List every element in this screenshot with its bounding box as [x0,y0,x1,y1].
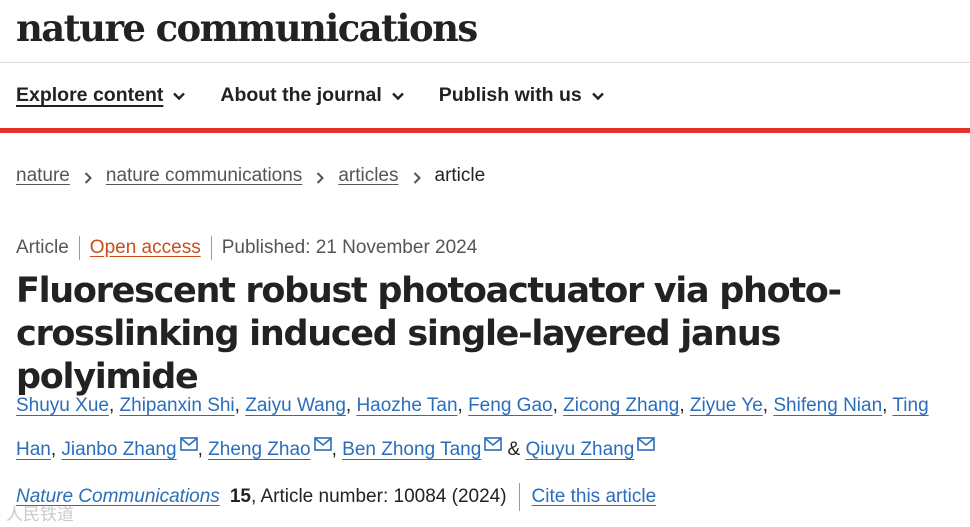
author-link[interactable]: Haozhe Tan [356,395,457,416]
author-link[interactable]: Ben Zhong Tang [342,439,481,460]
author-separator: , [197,439,209,460]
meta-divider [78,236,80,260]
chevron-down-icon [591,89,605,103]
article-title: Fluorescent robust photoactuator via pho… [16,271,842,397]
citation-divider [518,483,520,511]
breadcrumb-link-nature[interactable]: nature [16,165,70,187]
logo-bar: nature communications [0,0,970,63]
author-separator: , [234,395,246,416]
author-separator: , [552,395,564,416]
nav-item-label: Explore content [16,84,164,106]
author-link[interactable]: Zaiyu Wang [245,395,346,416]
article-type: Article [16,237,69,258]
breadcrumb-link-articles[interactable]: articles [338,165,398,187]
article-meta: Article Open access Published: 21 Novemb… [16,236,477,260]
author-separator: , [108,395,120,416]
author-separator: , [345,395,357,416]
chevron-down-icon [172,89,186,103]
article-number: , Article number: 10084 (2024) [250,486,507,507]
nav-item-label: Publish with us [438,84,582,106]
author-list: Shuyu Xue, Zhipanxin Shi, Zaiyu Wang, Ha… [16,386,961,470]
author-separator: , [331,439,343,460]
nav-item-label: About the journal [220,84,382,106]
author-link[interactable]: Zheng Zhao [208,439,310,460]
author-link[interactable]: Shifeng Nian [773,395,882,416]
meta-divider [210,236,212,260]
watermark: 人民铁道 [6,505,74,525]
nav-publish-with-us[interactable]: Publish with us [439,84,605,107]
published-date: Published: 21 November 2024 [221,237,478,258]
open-access-link[interactable]: Open access [90,237,201,259]
author-link[interactable]: Shuyu Xue [16,395,109,416]
mail-icon[interactable] [313,426,332,451]
chevron-right-icon [83,169,93,184]
site-header: nature communications Explore content Ab… [0,0,970,133]
author-separator: , [762,395,774,416]
citation-row: Nature Communications 15 , Article numbe… [16,483,656,511]
author-separator: & [502,439,526,460]
author-link[interactable]: Qiuyu Zhang [526,439,635,460]
author-separator: , [882,395,893,416]
author-link[interactable]: Zicong Zhang [563,395,679,416]
site-logo[interactable]: nature communications [16,0,478,56]
breadcrumb-link-nature-communications[interactable]: nature communications [106,165,302,187]
mail-icon[interactable] [484,426,503,451]
author-link[interactable]: Jianbo Zhang [61,439,176,460]
author-separator: , [457,395,469,416]
nav-explore-content[interactable]: Explore content [16,84,186,107]
main-nav: Explore content About the journal Publis… [0,63,970,133]
chevron-right-icon [315,169,325,184]
author-link[interactable]: Zhipanxin Shi [120,395,235,416]
author-link[interactable]: Feng Gao [468,395,553,416]
volume-number: 15 [229,486,251,507]
mail-icon[interactable] [637,426,656,451]
nav-about-the-journal[interactable]: About the journal [220,84,404,107]
breadcrumb: nature nature communications articles ar… [16,165,485,187]
author-separator: , [679,395,690,416]
chevron-down-icon [391,89,405,103]
breadcrumb-current: article [434,165,486,186]
author-separator: , [50,439,62,460]
chevron-right-icon [412,169,422,184]
author-link[interactable]: Ziyue Ye [690,395,763,416]
cite-this-article-link[interactable]: Cite this article [532,486,657,508]
mail-icon[interactable] [179,426,198,451]
